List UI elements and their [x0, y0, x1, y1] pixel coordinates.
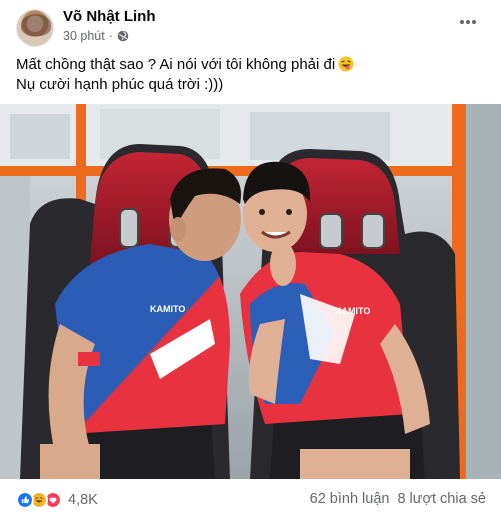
shares-count[interactable]: 8 lượt chia sẻ	[397, 491, 486, 507]
caption-line-1: Mất chồng thật sao ? Ai nói với tôi khôn…	[16, 56, 336, 73]
reaction-count: 4,8K	[68, 492, 98, 508]
jersey-logo-right: KAMITO	[335, 306, 370, 316]
jersey-logo-left: KAMITO	[150, 304, 185, 314]
photo-illustration: KAMITO KAMITO	[0, 104, 501, 479]
author-avatar[interactable]	[16, 9, 54, 47]
comments-count[interactable]: 62 bình luận	[310, 491, 390, 507]
post-footer: 4,8K 62 bình luận 8 lượt chia sẻ	[16, 486, 486, 514]
post-stats: 62 bình luận 8 lượt chia sẻ	[310, 491, 486, 507]
reactions-summary[interactable]: 4,8K	[16, 491, 98, 509]
like-icon	[16, 491, 34, 509]
post-header: Võ Nhật Linh 30 phút ·	[16, 6, 486, 47]
post-time[interactable]: 30 phút	[63, 29, 105, 43]
more-options-icon[interactable]	[458, 12, 478, 32]
caption-line-2: Nụ cười hạnh phúc quá trời :)))	[16, 76, 224, 93]
globe-icon	[117, 30, 129, 42]
post-caption: Mất chồng thật sao ? Ai nói với tôi khôn…	[16, 55, 354, 95]
laughing-tongue-emoji	[338, 56, 354, 72]
author-name[interactable]: Võ Nhật Linh	[63, 8, 156, 25]
post-meta: 30 phút ·	[63, 29, 129, 43]
facebook-post: Võ Nhật Linh 30 phút · Mất chồng thật sa…	[0, 0, 501, 524]
post-photo[interactable]: KAMITO KAMITO	[0, 104, 501, 479]
